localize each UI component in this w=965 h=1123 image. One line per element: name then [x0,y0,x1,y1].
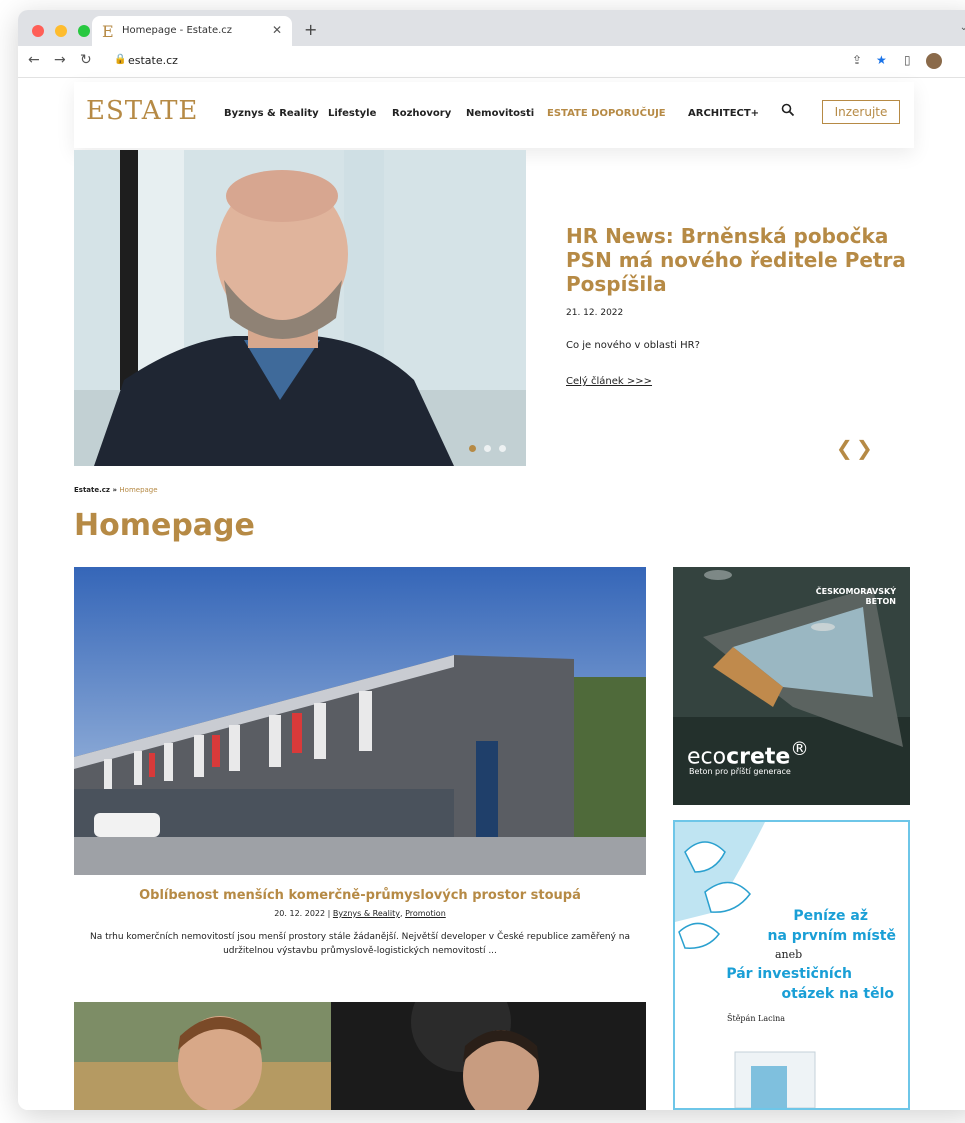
hero-read-more-link[interactable]: Celý článek >>> [566,376,652,387]
feature-article-title[interactable]: Oblíbenost menších komerčně-průmyslových… [74,888,646,903]
ad-connector-word: aneb [775,948,803,961]
category-link-promotion[interactable]: Promotion [405,909,446,918]
ad-headline-line: Pár investičních [726,966,852,982]
meta-separator: | [327,909,331,918]
browser-tab[interactable]: E Homepage - Estate.cz ✕ [92,16,292,46]
page-title: Homepage [74,508,255,543]
feature-date: 20. 12. 2022 [274,909,326,918]
address-bar[interactable]: estate.cz [128,54,178,67]
close-window-button[interactable] [32,25,44,37]
industrial-building-illustration [74,567,646,875]
site-header: ESTATE Byznys & Reality Lifestyle Rozhov… [74,82,914,148]
hero-excerpt: Co je nového v oblasti HR? [566,340,700,351]
category-link-byznys[interactable]: Byznys & Reality [333,909,400,918]
tab-bar: E Homepage - Estate.cz ✕ + ⌄ [18,10,965,46]
ad-logo-mark: ® [790,739,809,760]
breadcrumb-root[interactable]: Estate.cz [74,486,110,494]
feature-article-excerpt: Na trhu komerčních nemovitostí jsou menš… [89,932,631,956]
nav-item-architect[interactable]: ARCHITECT+ [688,108,759,119]
man-portrait-illustration [74,1002,331,1110]
forward-icon[interactable]: → [54,52,66,68]
slider-dot[interactable] [499,445,506,452]
minimize-window-button[interactable] [55,25,68,37]
tab-title: Homepage - Estate.cz [122,25,233,36]
nav-item-lifestyle[interactable]: Lifestyle [328,108,376,119]
ad-brand-name: ČESKOMORAVSKÝ BETON [815,587,896,606]
slider-next-icon[interactable]: ❯ [856,436,873,460]
ad-tagline: Beton pro příští generace [689,767,791,776]
web-page: ESTATE Byznys & Reality Lifestyle Rozhov… [18,78,965,1110]
man-portrait-illustration [331,1002,646,1110]
ad-logo-prefix: eco [687,744,727,770]
ad-headline-line: otázek na tělo [781,986,894,1002]
slider-dots [466,437,506,456]
article-thumbnail[interactable] [331,1002,646,1110]
tab-close-icon[interactable]: ✕ [272,23,282,37]
breadcrumb: Estate.cz » Homepage [74,486,158,494]
new-tab-icon[interactable]: + [304,20,317,39]
breadcrumb-separator: » [112,486,117,494]
nav-item-estate-doporucuje[interactable]: ESTATE DOPORUČUJE [547,108,666,119]
bookmark-star-icon[interactable]: ★ [876,53,887,67]
browser-window: E Homepage - Estate.cz ✕ + ⌄ ← → ↻ 🔒 est… [18,10,965,1110]
back-icon[interactable]: ← [28,52,40,68]
advertise-button[interactable]: Inzerujte [822,100,900,124]
window-controls [32,22,96,41]
site-logo[interactable]: ESTATE [86,96,198,126]
breadcrumb-current: Homepage [119,486,158,494]
slider-prev-icon[interactable]: ❮ [836,436,853,460]
nav-item-byznys[interactable]: Byznys & Reality [224,108,319,119]
ad-book-author: Štěpán Lacina [727,1014,786,1023]
advertisement-banner[interactable]: ČESKOMORAVSKÝ BETON ecocrete® Beton pro … [673,567,910,805]
reload-icon[interactable]: ↻ [80,52,92,68]
ad-logo-main: crete [726,744,791,770]
hero-date: 21. 12. 2022 [566,308,624,318]
favicon-icon: E [102,22,114,41]
feature-article-meta: 20. 12. 2022 | Byznys & Reality, Promoti… [274,909,446,918]
article-thumbnail[interactable] [74,1002,331,1110]
search-icon[interactable] [781,103,795,117]
ad-swans-illustration [675,822,908,1108]
feature-article-image[interactable] [74,567,646,875]
slider-dot[interactable] [468,445,476,452]
profile-avatar[interactable] [926,53,942,69]
hero-image[interactable] [74,150,526,466]
browser-toolbar: ← → ↻ 🔒 estate.cz ⇪ ★ ▯ [18,46,965,78]
ad-headline-line: na prvním místě [767,928,896,944]
portrait-illustration [74,150,526,466]
lock-icon: 🔒 [114,54,127,65]
maximize-window-button[interactable] [78,25,91,37]
sidebar-toggle-icon[interactable]: ▯ [904,53,911,67]
ad-product-logo: ecocrete® [687,739,809,769]
ad-headline-line: Peníze až [793,908,868,924]
hero-title[interactable]: HR News: Brněnská pobočka PSN má nového … [566,224,906,296]
share-icon[interactable]: ⇪ [852,53,862,67]
tab-list-chevron-icon[interactable]: ⌄ [960,22,965,33]
book-advertisement[interactable]: Peníze až na prvním místě aneb Pár inves… [673,820,910,1110]
slider-dot[interactable] [483,445,491,452]
nav-item-nemovitosti[interactable]: Nemovitosti [466,108,534,119]
nav-item-rozhovory[interactable]: Rozhovory [392,108,451,119]
